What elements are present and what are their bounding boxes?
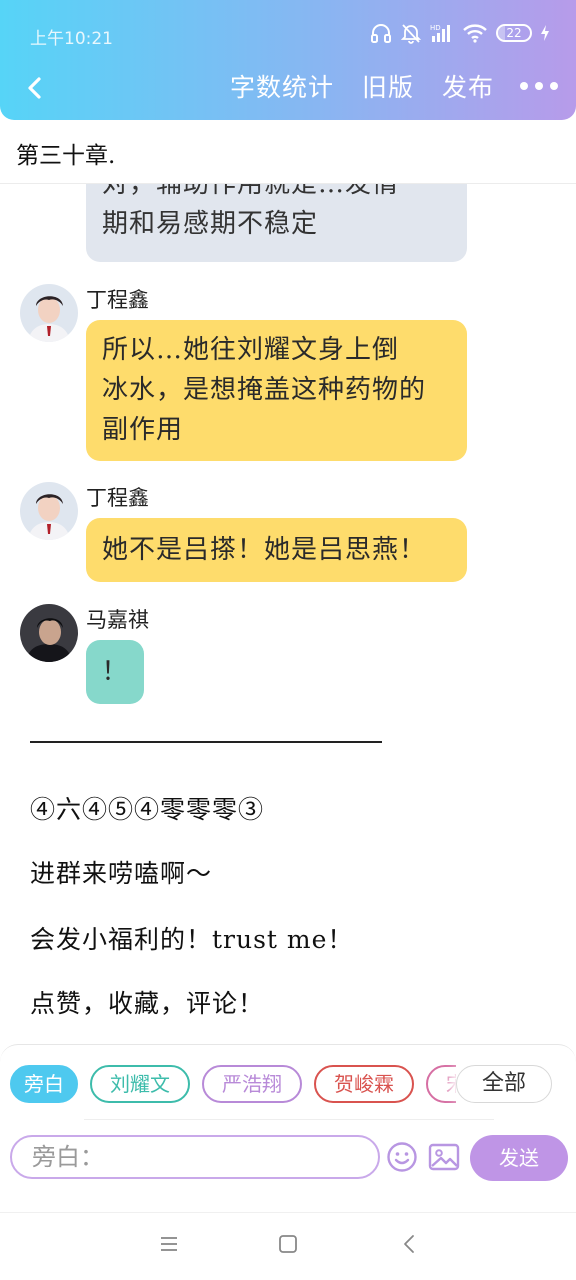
speaker-name: 丁程鑫 xyxy=(86,288,149,312)
system-nav-bar xyxy=(0,1212,576,1280)
bubble-line: 冰水，是想掩盖这种药物的 xyxy=(102,375,427,405)
author-note-line: 会发小福利的！trust me！ xyxy=(30,925,354,954)
charging-icon xyxy=(541,25,549,41)
back-icon xyxy=(404,1235,414,1253)
author-note-line: ④六④⑤④零零零③ xyxy=(30,795,265,824)
author-note-line: 进群来唠嗑啊～ xyxy=(30,859,213,888)
image-icon xyxy=(428,1143,460,1171)
divider xyxy=(84,1119,494,1120)
bubble-line: ！ xyxy=(101,657,129,687)
battery-fill xyxy=(498,26,506,40)
status-bar: 上午10:21 HD 22 xyxy=(0,0,576,68)
battery-icon: 22 xyxy=(496,24,532,42)
chevron-left-icon xyxy=(28,77,41,99)
avatar-ding-chengxin xyxy=(20,482,78,540)
old-version-button[interactable]: 旧版 xyxy=(362,68,414,104)
chat-bubble[interactable]: ！ xyxy=(86,640,144,704)
word-count-button[interactable]: 字数统计 xyxy=(230,68,334,104)
image-button[interactable] xyxy=(428,1141,460,1177)
bubble-line: 所以…她往刘耀文身上倒 xyxy=(102,335,400,365)
menu-button[interactable] xyxy=(158,1233,180,1259)
back-button[interactable] xyxy=(18,72,50,104)
avatar-ding-chengxin xyxy=(20,284,78,342)
home-icon xyxy=(279,1235,297,1253)
publish-button[interactable]: 发布 xyxy=(442,68,494,104)
emoji-button[interactable] xyxy=(386,1141,418,1177)
section-divider xyxy=(30,741,382,743)
role-chip[interactable]: 旁白 xyxy=(10,1065,78,1103)
speaker-name: 丁程鑫 xyxy=(86,486,149,510)
chapter-title-bar[interactable]: 第三十章. xyxy=(0,120,576,184)
role-chip[interactable]: 刘耀文 xyxy=(90,1065,190,1103)
bubble-line: 她不是吕搽！她是吕思燕！ xyxy=(102,535,427,565)
home-button[interactable] xyxy=(277,1233,299,1259)
all-roles-button[interactable]: 全部 xyxy=(456,1065,552,1103)
send-button[interactable]: 发送 xyxy=(470,1135,568,1181)
avatar[interactable] xyxy=(20,482,78,540)
status-time: 上午10:21 xyxy=(30,29,113,49)
mute-icon xyxy=(400,24,422,44)
bubble-line: 副作用 xyxy=(102,415,184,445)
avatar[interactable] xyxy=(20,284,78,342)
hd-signal-icon: HD xyxy=(430,24,450,42)
role-chip[interactable]: 严浩翔 xyxy=(202,1065,302,1103)
bubble-line: 对，辅助作用就是…发情 xyxy=(102,184,400,199)
battery-level: 22 xyxy=(506,26,522,40)
emoji-icon xyxy=(387,1142,417,1172)
system-back-button[interactable] xyxy=(398,1233,420,1259)
menu-icon xyxy=(161,1237,177,1251)
role-chip[interactable]: 宋 xyxy=(426,1065,456,1103)
chat-bubble[interactable]: 对，辅助作用就是…发情 期和易感期不稳定 xyxy=(86,184,467,262)
role-track: 旁白刘耀文严浩翔贺峻霖宋 xyxy=(10,1065,456,1103)
dialogue-input[interactable] xyxy=(10,1135,380,1179)
top-header: 上午10:21 HD 22 字数统计 旧版 发布 xyxy=(0,0,576,120)
chat-bubble[interactable]: 她不是吕搽！她是吕思燕！ xyxy=(86,518,467,582)
chat-content[interactable]: 对，辅助作用就是…发情 期和易感期不稳定 丁程鑫 所以…她往刘耀文身上倒 冰水，… xyxy=(0,184,576,1044)
role-selector: 旁白刘耀文严浩翔贺峻霖宋 xyxy=(10,1065,456,1107)
status-icons: HD 22 xyxy=(370,22,550,44)
svg-text:HD: HD xyxy=(430,24,441,32)
speaker-name: 马嘉祺 xyxy=(86,608,149,632)
nav-actions: 字数统计 旧版 发布 xyxy=(202,68,558,104)
headphones-icon xyxy=(371,24,391,43)
chat-bubble[interactable]: 所以…她往刘耀文身上倒 冰水，是想掩盖这种药物的 副作用 xyxy=(86,320,467,461)
nav-bar: 字数统计 旧版 发布 xyxy=(0,68,576,108)
bubble-line: 期和易感期不稳定 xyxy=(102,209,319,239)
role-chip[interactable]: 贺峻霖 xyxy=(314,1065,414,1103)
more-dots-icon[interactable] xyxy=(520,82,558,90)
author-note-line: 点赞，收藏，评论！ xyxy=(30,989,265,1018)
avatar[interactable] xyxy=(20,604,78,662)
input-panel: 旁白刘耀文严浩翔贺峻霖宋 全部 发送 xyxy=(0,1044,576,1184)
chapter-title[interactable]: 第三十章. xyxy=(16,136,115,170)
wifi-icon xyxy=(463,24,487,43)
avatar-ma-jiaqi xyxy=(20,604,78,662)
